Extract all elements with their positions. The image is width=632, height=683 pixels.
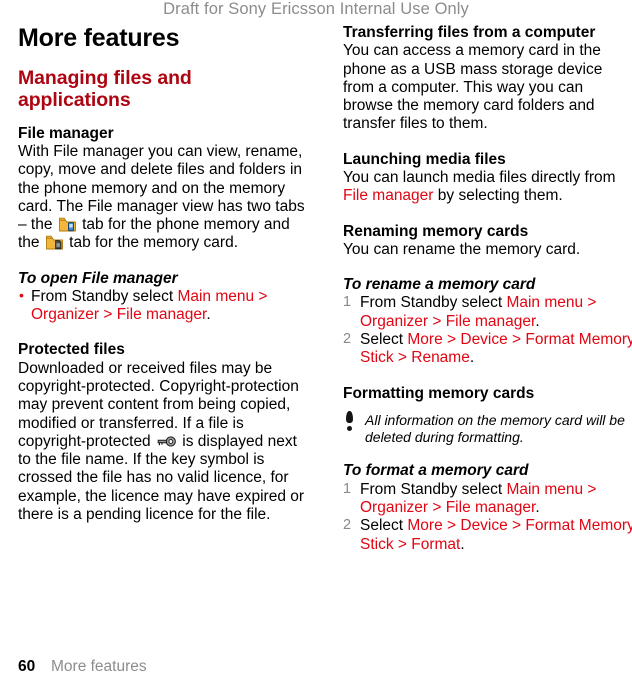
launching-text-1: You can launch media files directly from bbox=[343, 168, 616, 186]
subheading-file-manager: File manager bbox=[18, 124, 114, 142]
paragraph-protected-files: Downloaded or received files may be copy… bbox=[18, 360, 307, 525]
footer-chapter-title: More features bbox=[51, 658, 147, 675]
launching-text-2: by selecting them. bbox=[433, 187, 563, 205]
folder-memory-card-icon bbox=[45, 235, 63, 250]
list-item: Select More > Device > Format Memory Sti… bbox=[343, 331, 632, 368]
page-footer: 60 More features bbox=[18, 658, 618, 676]
step-text-plain: Select bbox=[360, 517, 408, 535]
chapter-title: More features bbox=[18, 24, 180, 52]
step-list-format-memory-card: From Standby select Main menu > Organize… bbox=[343, 481, 632, 554]
list-item: From Standby select Main menu > Organize… bbox=[343, 481, 632, 518]
file-manager-link[interactable]: File manager bbox=[343, 187, 433, 204]
folder-phone-icon bbox=[58, 217, 76, 232]
subheading-launching-media-files: Launching media files bbox=[343, 150, 506, 168]
right-column: Transferring files from a computer You c… bbox=[343, 24, 632, 554]
file-manager-text-3: tab for the memory card. bbox=[64, 234, 239, 252]
step-text-end: . bbox=[535, 498, 540, 516]
subheading-formatting-memory-cards: Formatting memory cards bbox=[343, 384, 535, 402]
footer-page-number: 60 bbox=[18, 658, 36, 675]
paragraph-file-manager: With File manager you can view, rename, … bbox=[18, 143, 307, 253]
step-list-rename-memory-card: From Standby select Main menu > Organize… bbox=[343, 294, 632, 367]
warning-note: All information on the memory card will … bbox=[343, 410, 632, 446]
paragraph-renaming-memory-cards: You can rename the memory card. bbox=[343, 240, 581, 258]
list-item: Select More > Device > Format Memory Sti… bbox=[343, 517, 632, 554]
step-text-plain: From Standby select bbox=[360, 294, 507, 312]
step-text-end: . bbox=[535, 312, 540, 330]
step-text-plain: From Standby select bbox=[360, 480, 507, 498]
key-icon bbox=[157, 435, 176, 448]
step-text-plain: Select bbox=[360, 330, 408, 348]
subheading-renaming-memory-cards: Renaming memory cards bbox=[343, 222, 529, 240]
exclamation-icon bbox=[345, 410, 355, 433]
warning-note-text: All information on the memory card will … bbox=[365, 411, 625, 445]
task-heading-open-file-manager: To open File manager bbox=[18, 269, 178, 287]
subheading-transferring-files: Transferring files from a computer bbox=[343, 24, 596, 41]
page-content: More features Managing files and applica… bbox=[0, 24, 632, 654]
list-item: From Standby select Main menu > Organize… bbox=[343, 294, 632, 331]
left-column: More features Managing files and applica… bbox=[18, 24, 307, 524]
paragraph-launching-media-files: You can launch media files directly from… bbox=[343, 169, 632, 206]
bullet-list-open-file-manager: From Standby select Main menu > Organize… bbox=[18, 287, 307, 325]
subheading-protected-files: Protected files bbox=[18, 341, 125, 359]
step-text-end: . bbox=[469, 349, 475, 367]
bullet-text-plain: From Standby select bbox=[31, 287, 178, 305]
paragraph-transferring-files: You can access a memory card in the phon… bbox=[343, 42, 603, 133]
task-heading-rename-memory-card: To rename a memory card bbox=[343, 276, 536, 294]
bullet-text-end: . bbox=[206, 306, 211, 324]
section-title-managing-files: Managing files and applications bbox=[18, 67, 192, 111]
step-text-end: . bbox=[460, 535, 465, 553]
list-item: From Standby select Main menu > Organize… bbox=[18, 287, 307, 325]
task-heading-format-memory-card: To format a memory card bbox=[343, 462, 529, 480]
draft-watermark-notice: Draft for Sony Ericsson Internal Use Onl… bbox=[163, 0, 469, 18]
